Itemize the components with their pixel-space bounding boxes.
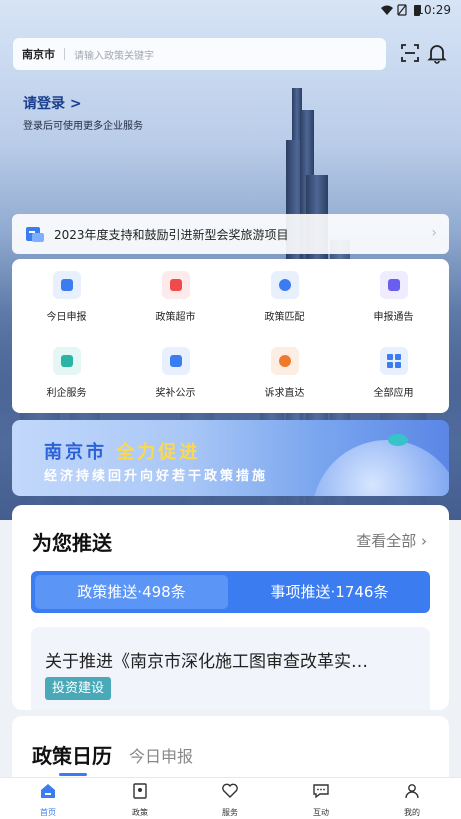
calendar-tab-today[interactable]: 今日申报 bbox=[129, 743, 193, 767]
bell-icon[interactable] bbox=[426, 42, 448, 64]
grid-item-appeal-direct[interactable]: 诉求直达 bbox=[230, 347, 339, 399]
banner-orb bbox=[312, 440, 449, 496]
policy-icon bbox=[133, 783, 147, 799]
banner-subtitle: 经济持续回升向好若干政策措施 bbox=[44, 469, 269, 484]
banner-gem bbox=[388, 434, 408, 446]
grid-item-today-declare[interactable]: 今日申报 bbox=[12, 271, 121, 323]
message-icon bbox=[313, 784, 329, 799]
login-link[interactable]: 请登录 > bbox=[23, 93, 82, 113]
target-icon bbox=[270, 271, 299, 299]
box-icon bbox=[161, 347, 190, 375]
heart-icon bbox=[222, 783, 238, 798]
nav-mine[interactable]: 我的 bbox=[366, 782, 458, 818]
announcement-icon bbox=[26, 227, 44, 242]
service-grid: 今日申报 政策超市 政策匹配 申报通告 利企服务 奖补公示 诉求直达 全部应用 bbox=[12, 259, 449, 413]
city-selector[interactable]: 南京市 bbox=[22, 46, 55, 62]
user-icon bbox=[405, 784, 419, 799]
home-icon bbox=[41, 784, 55, 798]
tab-policy-push[interactable]: 政策推送·498条 bbox=[35, 575, 228, 609]
chevron-right-icon: › bbox=[431, 225, 437, 241]
calendar-title: 政策日历 bbox=[32, 744, 112, 768]
push-section: 为您推送 查看全部 › 政策推送·498条 事项推送·1746条 关于推进《南京… bbox=[12, 505, 449, 710]
view-all-link[interactable]: 查看全部 › bbox=[356, 530, 427, 551]
notice-text: 2023年度支持和鼓励引进新型会奖旅游项目 bbox=[54, 227, 289, 242]
scan-icon[interactable] bbox=[399, 42, 421, 64]
no-sim-icon bbox=[397, 4, 407, 16]
calendar-upload-icon bbox=[52, 271, 81, 299]
apps-icon bbox=[379, 347, 408, 375]
notice-bar[interactable]: 2023年度支持和鼓励引进新型会奖旅游项目 › bbox=[12, 214, 449, 254]
search-input[interactable]: 请输入政策关键字 bbox=[74, 47, 154, 62]
push-tabs: 政策推送·498条 事项推送·1746条 bbox=[31, 571, 430, 613]
nav-service[interactable]: 服务 bbox=[184, 782, 276, 818]
grid-item-policy-match[interactable]: 政策匹配 bbox=[230, 271, 339, 323]
nav-home[interactable]: 首页 bbox=[2, 782, 94, 818]
grid-item-all-apps[interactable]: 全部应用 bbox=[339, 347, 448, 399]
grid-item-award-publicity[interactable]: 奖补公示 bbox=[121, 347, 230, 399]
status-bar: 10:29 bbox=[0, 0, 461, 22]
wifi-icon bbox=[381, 5, 393, 15]
search-bar[interactable]: 南京市 请输入政策关键字 bbox=[13, 38, 386, 70]
megaphone-icon bbox=[379, 271, 408, 299]
tab-item-push[interactable]: 事项推送·1746条 bbox=[233, 575, 426, 609]
status-time: 10:29 bbox=[416, 3, 451, 17]
grid-item-policy-market[interactable]: 政策超市 bbox=[121, 271, 230, 323]
section-title: 为您推送 bbox=[32, 531, 112, 555]
policy-calendar-section: 政策日历 今日申报 bbox=[12, 716, 449, 786]
nav-policy[interactable]: 政策 bbox=[94, 782, 186, 818]
policy-card[interactable]: 关于推进《南京市深化施工图审查改革实… 投资建设 bbox=[31, 627, 430, 710]
cart-icon bbox=[161, 271, 190, 299]
policy-card-title: 关于推进《南京市深化施工图审查改革实… bbox=[45, 652, 368, 672]
nav-interact[interactable]: 互动 bbox=[275, 782, 367, 818]
login-subtitle: 登录后可使用更多企业服务 bbox=[23, 121, 143, 132]
policy-tag: 投资建设 bbox=[45, 677, 112, 700]
chat-icon bbox=[270, 347, 299, 375]
building-icon bbox=[52, 347, 81, 375]
grid-item-enterprise-service[interactable]: 利企服务 bbox=[12, 347, 121, 399]
bottom-nav: 首页 政策 服务 互动 我的 bbox=[0, 777, 461, 819]
grid-item-declare-notice[interactable]: 申报通告 bbox=[339, 271, 448, 323]
promo-banner[interactable]: 南京市 全力促进 经济持续回升向好若干政策措施 bbox=[12, 420, 449, 496]
search-divider bbox=[64, 48, 65, 60]
tab-indicator bbox=[59, 773, 87, 776]
banner-title: 南京市 全力促进 bbox=[44, 442, 201, 463]
